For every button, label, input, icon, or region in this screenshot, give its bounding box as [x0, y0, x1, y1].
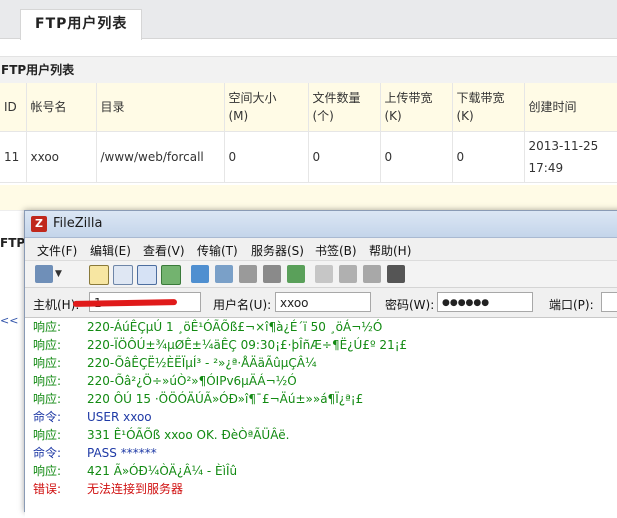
directory-listing-filter-icon[interactable]: [315, 265, 333, 283]
col-header: 帐号名: [26, 83, 97, 132]
tab-ftp-users[interactable]: FTP用户列表: [20, 9, 143, 40]
col-header: 上传带宽 (K): [380, 83, 453, 132]
reconnect-icon[interactable]: [287, 265, 305, 283]
col-header: 文件数量 (个): [308, 83, 381, 132]
log-message: PASS ******: [87, 446, 157, 460]
table-cell: xxoo: [26, 131, 97, 183]
log-message: 220-ÏÖÔÚ±¾µØÊ±¼äÊÇ 09:30¡£·þÎñÆ÷¶Ë¿Ú£º 2…: [87, 338, 408, 352]
transfer-queue-toggle-icon[interactable]: [161, 265, 181, 285]
username-label: 用户名(U):: [213, 298, 272, 312]
log-line: 响应: 220-ÁúÊÇµÚ 1 ¸öÊ¹ÓÃÕß£¬×î¶à¿É´ï 50 ¸ö…: [25, 318, 617, 336]
col-header: 空间大小 (M): [224, 83, 309, 132]
search-binoculars-icon[interactable]: [387, 265, 405, 283]
menu-transfer[interactable]: 传输(T): [197, 242, 238, 259]
section-title: FTP用户列表: [0, 56, 617, 83]
log-type: 错误:: [33, 482, 62, 496]
menu-bookmarks[interactable]: 书签(B): [315, 242, 357, 259]
username-input[interactable]: xxoo: [275, 292, 371, 312]
log-line: 错误: 无法连接到服务器: [25, 480, 617, 498]
menu-bar: 文件(F) 编辑(E) 查看(V) 传输(T) 服务器(S) 书签(B) 帮助(…: [25, 238, 617, 261]
col-header: ID: [0, 83, 27, 132]
menu-help[interactable]: 帮助(H): [369, 242, 411, 259]
log-line: 响应: 220-ÕâÊÇË½ÈËÏµÍ³ - ²»¿ª·ÅÄäÃûµÇÂ¼: [25, 354, 617, 372]
log-line: 命令: USER xxoo: [25, 408, 617, 426]
menu-view[interactable]: 查看(V): [143, 242, 185, 259]
log-message: USER xxoo: [87, 410, 152, 424]
col-header: 创建时间: [524, 83, 617, 132]
section-title-2: FTP: [0, 236, 26, 250]
menu-server[interactable]: 服务器(S): [251, 242, 304, 259]
filezilla-window: Z FileZilla 文件(F) 编辑(E) 查看(V) 传输(T) 服务器(…: [24, 210, 617, 518]
table-cell: 0: [380, 131, 453, 183]
log-line: 响应: 220-ÏÖÔÚ±¾µØÊ±¼äÊÇ 09:30¡£·þÎñÆ÷¶Ë¿Ú£…: [25, 336, 617, 354]
menu-edit[interactable]: 编辑(E): [90, 242, 131, 259]
table-cell: 11: [0, 131, 27, 183]
log-type: 响应:: [33, 464, 62, 478]
col-header: 目录: [96, 83, 225, 132]
refresh-icon[interactable]: [191, 265, 209, 283]
remote-tree-toggle-icon[interactable]: [137, 265, 157, 285]
process-queue-icon[interactable]: [215, 265, 233, 283]
table-cell: 0: [308, 131, 381, 183]
log-line: 命令: PASS ******: [25, 444, 617, 462]
log-line: 响应: 220 ÔÚ 15 ·ÖÖÓÄÚÃ»ÓÐ»î¶¯£¬Äú±»»á¶Ï¿ª¡…: [25, 390, 617, 408]
compare-icon[interactable]: [363, 265, 381, 283]
table-cell: 2013-11-25 17:49: [524, 131, 617, 183]
table-cell: 0: [224, 131, 309, 183]
site-manager-icon[interactable]: [35, 265, 53, 283]
message-log[interactable]: 响应: 220-ÁúÊÇµÚ 1 ¸öÊ¹ÓÃÕß£¬×î¶à¿É´ï 50 ¸ö…: [25, 317, 617, 518]
log-type: 命令:: [33, 410, 62, 424]
log-type: 响应:: [33, 320, 62, 334]
dropdown-arrow-icon[interactable]: ▼: [55, 265, 65, 283]
log-type: 响应:: [33, 392, 62, 406]
log-message: 220-ÕâÊÇË½ÈËÏµÍ³ - ²»¿ª·ÅÄäÃûµÇÂ¼: [87, 356, 317, 370]
collapse-link[interactable]: <<: [0, 314, 18, 327]
password-input[interactable]: ●●●●●●: [437, 292, 533, 312]
port-input[interactable]: [601, 292, 617, 312]
sync-browsing-icon[interactable]: [339, 265, 357, 283]
log-line: 响应: 220-Õâ²¿Ö÷»úÒ²»¶Ó­IPv6µÄÁ¬½Ó: [25, 372, 617, 390]
log-type: 响应:: [33, 428, 62, 442]
log-line: 响应: 331 Ê¹ÓÃÕß xxoo OK. ÐèÒªÃÜÂë.: [25, 426, 617, 444]
toolbar: ▼: [25, 261, 617, 288]
table-cell: /www/web/forcall: [96, 131, 225, 183]
message-log-toggle-icon[interactable]: [89, 265, 109, 285]
log-message: 无法连接到服务器: [87, 482, 184, 496]
ftp-user-table: ID 帐号名 目录 空间大小 (M) 文件数量 (个) 上传带宽 (K) 下载带宽 (K…: [0, 83, 617, 183]
log-message: 220-ÁúÊÇµÚ 1 ¸öÊ¹ÓÃÕß£¬×î¶à¿É´ï 50 ¸öÁ¬½…: [87, 320, 383, 334]
table-footer-strip: [0, 185, 617, 211]
log-type: 响应:: [33, 374, 62, 388]
filezilla-logo-icon: Z: [31, 216, 47, 232]
table-row[interactable]: 11 xxoo /www/web/forcall 0 0 0 0 2013-11…: [0, 131, 617, 183]
table-cell: 0: [452, 131, 525, 183]
cancel-icon[interactable]: [239, 265, 257, 283]
disconnect-icon[interactable]: [263, 265, 281, 283]
quickconnect-bar: 主机(H): 1 用户名(U): xxoo 密码(W): ●●●●●● 端口(P…: [25, 288, 617, 319]
window-title: FileZilla: [53, 216, 103, 231]
log-type: 响应:: [33, 356, 62, 370]
menu-file[interactable]: 文件(F): [37, 242, 77, 259]
table-header-row: ID 帐号名 目录 空间大小 (M) 文件数量 (个) 上传带宽 (K) 下载带宽 (K…: [0, 83, 617, 132]
port-label: 端口(P):: [549, 298, 594, 312]
log-type: 响应:: [33, 338, 62, 352]
log-message: 220 ÔÚ 15 ·ÖÖÓÄÚÃ»ÓÐ»î¶¯£¬Äú±»»á¶Ï¿ª¡£: [87, 392, 364, 406]
log-message: 220-Õâ²¿Ö÷»úÒ²»¶Ó­IPv6µÄÁ¬½Ó: [87, 374, 297, 388]
log-message: 331 Ê¹ÓÃÕß xxoo OK. ÐèÒªÃÜÂë.: [87, 428, 290, 442]
tab-bar: FTP用户列表: [0, 0, 617, 40]
log-line: 响应: 421 Ã»ÓÐ¼ÒÄ¿Â¼ - ÈìÎû: [25, 462, 617, 480]
log-message: 421 Ã»ÓÐ¼ÒÄ¿Â¼ - ÈìÎû: [87, 464, 238, 478]
col-header: 下载带宽 (K): [452, 83, 525, 132]
log-type: 命令:: [33, 446, 62, 460]
local-tree-toggle-icon[interactable]: [113, 265, 133, 285]
password-label: 密码(W):: [385, 298, 435, 312]
title-bar[interactable]: Z FileZilla: [25, 211, 617, 238]
